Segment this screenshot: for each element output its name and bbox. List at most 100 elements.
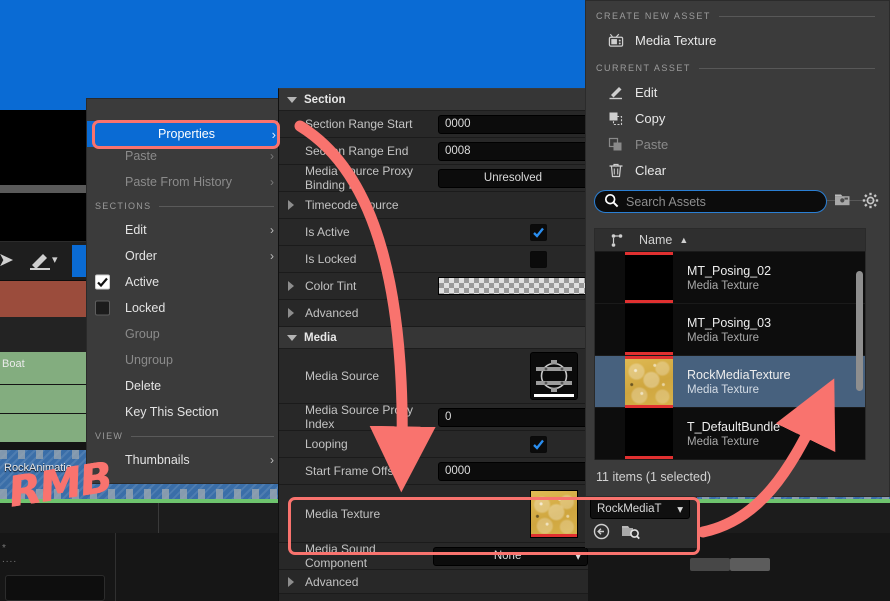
property-value[interactable]	[524, 224, 588, 241]
hierarchy-icon[interactable]	[595, 233, 639, 248]
track-row-dark[interactable]	[0, 317, 95, 352]
context-menu-item-delete[interactable]: Delete	[87, 373, 284, 399]
track-label-boat: Boat	[2, 358, 25, 370]
menu-item-label: Edit	[125, 223, 147, 237]
table-row[interactable]: MT_Posing_02 Media Texture	[595, 252, 865, 304]
row-gutter	[595, 304, 625, 355]
triangle-right-icon[interactable]	[288, 200, 294, 210]
track-row-green-3[interactable]	[0, 414, 95, 442]
search-assets-input[interactable]: Search Assets	[594, 190, 827, 213]
context-menu-item-key-this-section[interactable]: Key This Section	[87, 399, 284, 425]
table-row[interactable]: MT_Posing_03 Media Texture	[595, 304, 865, 356]
browser-item-create-media-texture[interactable]: Media Texture	[586, 27, 889, 53]
property-value[interactable]: 0008	[432, 142, 588, 161]
property-row-media-source[interactable]: Media Source	[279, 349, 588, 404]
property-row-looping[interactable]: Looping	[279, 431, 588, 458]
asset-list-column-name[interactable]: Name	[639, 233, 672, 247]
is-active-checkbox[interactable]	[530, 224, 547, 241]
context-menu-item-active[interactable]: Active	[87, 269, 284, 295]
film-reel-icon[interactable]	[530, 352, 578, 400]
sort-ascending-icon[interactable]: ▲	[679, 235, 688, 245]
property-row-section-range-end[interactable]: Section Range End 0008	[279, 138, 588, 165]
color-tint-swatch[interactable]	[438, 277, 588, 295]
browser-item-label: Edit	[635, 85, 657, 100]
context-menu-item-edit[interactable]: Edit ›	[87, 217, 284, 243]
property-row-media-source-proxy-binding-id[interactable]: Media Source Proxy Binding ID Unresolved	[279, 165, 588, 192]
property-value[interactable]	[524, 352, 588, 400]
section-range-end-input[interactable]: 0008	[438, 142, 588, 161]
asset-list[interactable]: Name ▲ MT_Posing_02 Media Texture MT_Pos…	[594, 228, 866, 460]
panel-splitter[interactable]	[0, 185, 90, 193]
search-icon	[604, 193, 619, 211]
property-row-is-locked[interactable]: Is Locked	[279, 246, 588, 273]
property-value[interactable]: 0000	[432, 115, 588, 134]
property-value[interactable]: Unresolved	[432, 169, 588, 188]
property-value[interactable]: 0	[432, 408, 588, 427]
context-menu-item-paste-from-history[interactable]: Paste From History ›	[87, 169, 284, 195]
section-header-label: CURRENT ASSET	[596, 63, 691, 73]
section-context-menu[interactable]: Properties › EDIT Paste › Paste From His…	[86, 98, 285, 484]
pencil-icon	[608, 84, 624, 100]
lower-panel-field[interactable]	[5, 575, 105, 601]
property-row-media-source-proxy-index[interactable]: Media Source Proxy Index 0	[279, 404, 588, 431]
active-checkbox[interactable]	[95, 275, 110, 290]
property-value[interactable]	[432, 277, 588, 295]
asset-name: T_DefaultBundle	[687, 420, 780, 434]
property-row-start-frame-offset[interactable]: Start Frame Offset 0000	[279, 458, 588, 485]
context-menu-item-order[interactable]: Order ›	[87, 243, 284, 269]
browser-item-paste[interactable]: Paste	[586, 131, 889, 157]
property-value[interactable]	[524, 251, 588, 268]
pencil-tool-icon[interactable]	[28, 248, 54, 272]
property-row-section-range-start[interactable]: Section Range Start 0000	[279, 111, 588, 138]
property-row-color-tint[interactable]: Color Tint	[279, 273, 588, 300]
triangle-right-icon[interactable]	[288, 281, 294, 291]
proxy-binding-id-dropdown[interactable]: Unresolved	[438, 169, 588, 188]
settings-gear-icon[interactable]	[862, 192, 879, 212]
thumbnail-bottom-line	[625, 300, 673, 303]
track-row-boat[interactable]: Boat	[0, 352, 95, 384]
triangle-right-icon[interactable]	[288, 308, 294, 318]
browser-tools[interactable]	[834, 192, 879, 212]
proxy-index-input[interactable]: 0	[438, 408, 588, 427]
track-row-brown[interactable]	[0, 281, 95, 317]
select-arrow-icon[interactable]: ➤	[0, 249, 14, 272]
looping-checkbox[interactable]	[530, 436, 547, 453]
asset-list-scrollbar[interactable]	[856, 271, 863, 391]
locked-checkbox[interactable]	[95, 301, 110, 316]
asset-thumbnail	[625, 252, 673, 303]
triangle-right-icon[interactable]	[288, 577, 294, 587]
browser-item-copy[interactable]: Copy	[586, 105, 889, 131]
asset-thumbnail	[625, 356, 673, 407]
scrollbar-thumb[interactable]	[730, 558, 770, 571]
category-title: Section	[304, 94, 346, 106]
property-row-timecode-source[interactable]: Timecode Source	[279, 192, 588, 219]
property-row-is-active[interactable]: Is Active	[279, 219, 588, 246]
context-menu-item-ungroup[interactable]: Ungroup	[87, 347, 284, 373]
context-menu-item-locked[interactable]: Locked	[87, 295, 284, 321]
is-locked-checkbox[interactable]	[530, 251, 547, 268]
browser-item-clear[interactable]: Clear	[586, 157, 889, 183]
track-row-green-2[interactable]	[0, 385, 95, 413]
table-row[interactable]: T_DefaultBundle Media Texture	[595, 408, 865, 460]
table-row[interactable]: RockMediaTexture Media Texture	[595, 356, 865, 408]
context-menu-item-thumbnails[interactable]: Thumbnails ›	[87, 447, 284, 473]
category-header-media[interactable]: Media	[279, 327, 588, 349]
category-header-section[interactable]: Section	[279, 89, 588, 111]
start-frame-offset-input[interactable]: 0000	[438, 462, 588, 481]
section-range-start-input[interactable]: 0000	[438, 115, 588, 134]
context-menu-item-group[interactable]: Group	[87, 321, 284, 347]
property-value[interactable]	[524, 436, 588, 453]
lower-panel-divider	[115, 533, 116, 601]
chevron-down-icon[interactable]: ▾	[52, 253, 58, 266]
folder-view-icon[interactable]	[834, 192, 851, 212]
property-row-advanced-section[interactable]: Advanced	[279, 300, 588, 327]
property-value[interactable]: 0000	[432, 462, 588, 481]
asset-type: Media Texture	[687, 332, 771, 344]
chevron-right-icon: ›	[270, 175, 274, 189]
scrollbar-track[interactable]	[690, 558, 730, 571]
divider	[131, 436, 274, 437]
asset-list-header[interactable]: Name ▲	[595, 229, 865, 252]
lower-panel-text: *....	[2, 543, 17, 565]
property-row-advanced-media[interactable]: Advanced	[279, 570, 588, 594]
browser-item-edit[interactable]: Edit	[586, 79, 889, 105]
